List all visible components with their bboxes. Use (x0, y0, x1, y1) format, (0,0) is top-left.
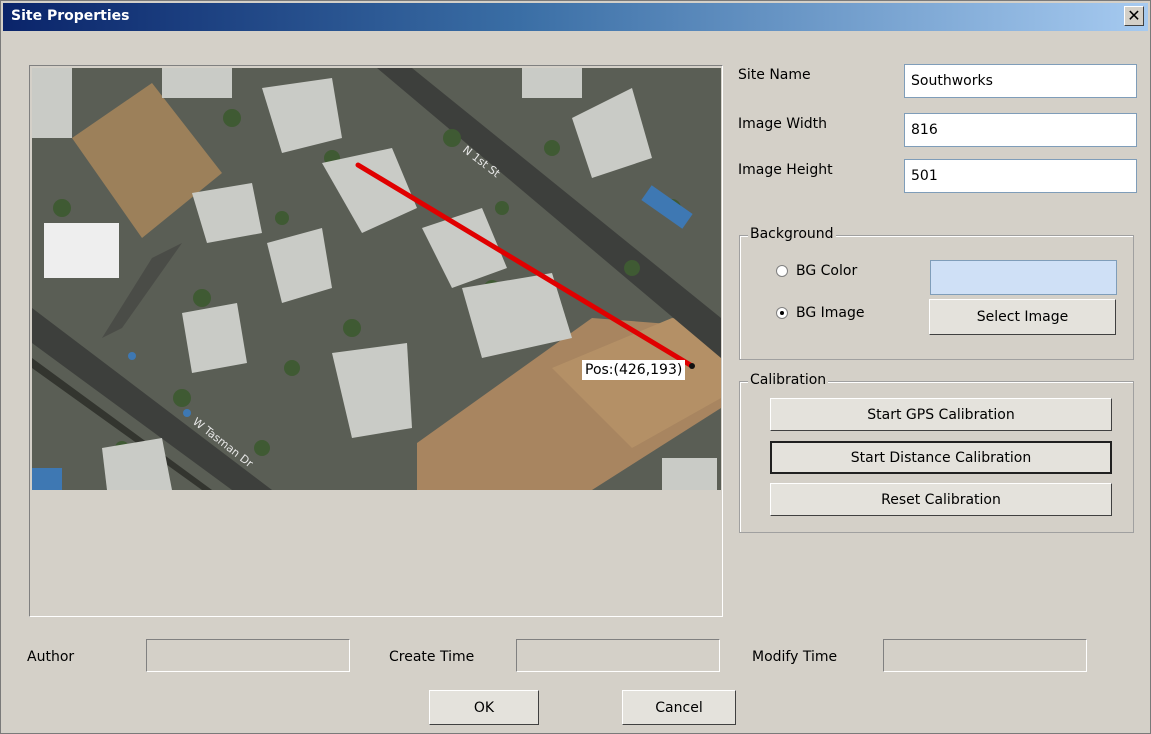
site-properties-dialog: Site Properties ✕ N 1st St W Tasman Dr P… (0, 0, 1151, 734)
cancel-button[interactable]: Cancel (622, 690, 736, 725)
bg-color-radio[interactable]: BG Color (776, 263, 857, 279)
satellite-map-image[interactable]: N 1st St W Tasman Dr Pos:(426,193) (32, 68, 721, 490)
bg-image-radio[interactable]: BG Image (776, 305, 865, 321)
select-image-button[interactable]: Select Image (929, 299, 1116, 335)
image-width-label: Image Width (738, 116, 827, 132)
start-gps-calibration-button[interactable]: Start GPS Calibration (770, 398, 1112, 431)
background-groupbox: Background BG Color BG Image Select Imag… (739, 226, 1134, 360)
create-time-label: Create Time (389, 649, 475, 665)
close-icon: ✕ (1127, 6, 1141, 25)
image-height-label: Image Height (738, 162, 833, 178)
author-label: Author (27, 649, 75, 665)
image-height-input[interactable]: 501 (904, 159, 1137, 193)
author-field[interactable] (146, 639, 350, 672)
position-readout: Pos:(426,193) (582, 360, 686, 380)
bg-color-swatch[interactable] (930, 260, 1117, 295)
modify-time-label: Modify Time (752, 649, 838, 665)
background-group-title: Background (748, 226, 836, 242)
close-button[interactable]: ✕ (1124, 6, 1144, 26)
modify-time-field[interactable] (883, 639, 1087, 672)
radio-checked-icon (776, 307, 788, 319)
create-time-field[interactable] (516, 639, 720, 672)
map-preview-panel[interactable]: N 1st St W Tasman Dr Pos:(426,193) (29, 65, 723, 617)
site-name-input[interactable]: Southworks (904, 64, 1137, 98)
dialog-title: Site Properties (11, 8, 130, 24)
calibration-endpoint (689, 363, 695, 369)
ok-button[interactable]: OK (429, 690, 539, 725)
image-height-value: 501 (911, 168, 938, 184)
site-name-label: Site Name (738, 67, 811, 83)
bg-color-label: BG Color (796, 263, 858, 279)
image-width-input[interactable]: 816 (904, 113, 1137, 147)
start-distance-calibration-button[interactable]: Start Distance Calibration (770, 441, 1112, 474)
bg-image-label: BG Image (796, 305, 865, 321)
radio-unchecked-icon (776, 265, 788, 277)
satellite-map-graphic: N 1st St W Tasman Dr (32, 68, 721, 490)
reset-calibration-button[interactable]: Reset Calibration (770, 483, 1112, 516)
image-width-value: 816 (911, 122, 938, 138)
calibration-group-title: Calibration (748, 372, 829, 388)
site-name-value: Southworks (911, 73, 993, 89)
calibration-groupbox: Calibration Start GPS Calibration Start … (739, 372, 1134, 533)
title-bar[interactable]: Site Properties ✕ (3, 3, 1148, 31)
